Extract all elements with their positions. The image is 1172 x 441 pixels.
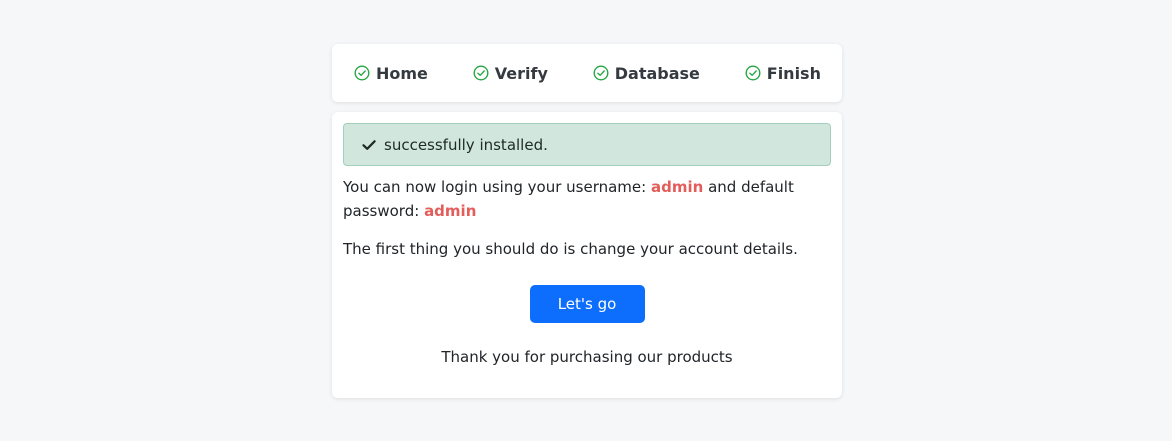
check-circle-icon: [593, 65, 609, 81]
advice-text: The first thing you should do is change …: [343, 240, 798, 258]
button-row: Let's go: [343, 285, 831, 323]
step-label: Verify: [494, 63, 548, 83]
step-home[interactable]: Home: [354, 64, 428, 83]
check-circle-icon: [354, 65, 370, 81]
login-prefix: You can now login using your username:: [343, 178, 647, 196]
installer-container: Home Verify Database Finish successfully…: [332, 44, 842, 398]
step-database[interactable]: Database: [593, 64, 700, 83]
steps-bar: Home Verify Database Finish: [332, 44, 842, 102]
step-label: Database: [614, 63, 700, 83]
login-info: You can now login using your username: a…: [343, 175, 831, 223]
checkmark-icon: [362, 138, 376, 152]
step-verify[interactable]: Verify: [473, 64, 548, 83]
step-label: Finish: [766, 63, 821, 83]
step-label: Home: [376, 63, 428, 83]
username-value: admin: [650, 178, 704, 196]
alert-message: successfully installed.: [384, 135, 548, 154]
password-value: admin: [424, 202, 477, 220]
step-finish[interactable]: Finish: [745, 64, 821, 83]
check-circle-icon: [473, 65, 489, 81]
lets-go-button[interactable]: Let's go: [529, 285, 645, 323]
thanks-text: Thank you for purchasing our products: [441, 348, 733, 366]
check-circle-icon: [745, 65, 761, 81]
install-result-card: successfully installed. You can now logi…: [332, 112, 842, 398]
success-alert: successfully installed.: [343, 123, 831, 166]
